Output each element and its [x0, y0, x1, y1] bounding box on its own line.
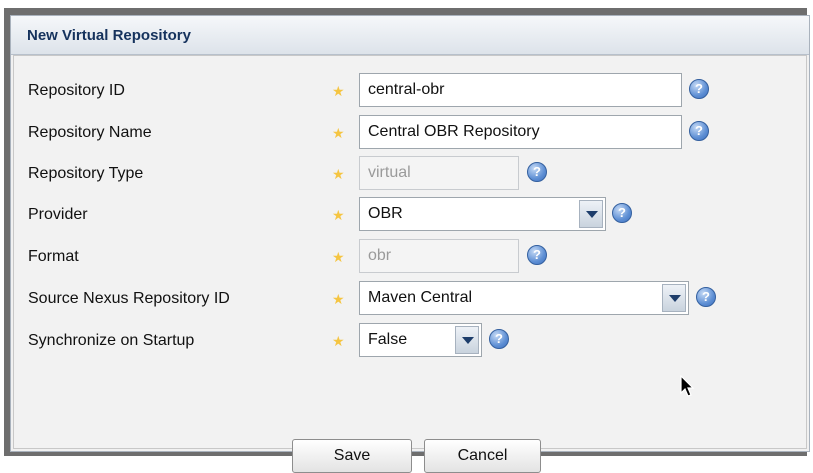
repository-id-label: Repository ID: [28, 82, 125, 99]
required-star-icon: ★: [332, 83, 345, 99]
required-star-icon: ★: [332, 333, 345, 349]
source-nexus-repository-id-label: Source Nexus Repository ID: [28, 290, 230, 307]
repository-type-row: Repository Type ★ virtual ?: [14, 156, 806, 194]
chevron-down-icon[interactable]: [579, 200, 603, 228]
source-nexus-repository-selected-value: Maven Central: [368, 289, 473, 306]
provider-label: Provider: [28, 206, 88, 223]
repository-name-label: Repository Name: [28, 124, 152, 141]
repository-id-input[interactable]: central-obr: [359, 73, 682, 107]
provider-row: Provider ★ OBR ?: [14, 197, 806, 235]
required-star-icon: ★: [332, 207, 345, 223]
source-nexus-repository-id-row: Source Nexus Repository ID ★ Maven Centr…: [14, 281, 806, 319]
cancel-button[interactable]: Cancel: [424, 439, 541, 473]
help-icon[interactable]: ?: [527, 162, 547, 182]
repository-type-label: Repository Type: [28, 165, 144, 182]
synchronize-on-startup-row: Synchronize on Startup ★ False ?: [14, 323, 806, 361]
chevron-down-icon[interactable]: [662, 284, 686, 312]
help-icon[interactable]: ?: [689, 79, 709, 99]
help-icon[interactable]: ?: [696, 287, 716, 307]
format-label: Format: [28, 248, 79, 265]
synchronize-on-startup-selected-value: False: [368, 331, 408, 348]
help-icon[interactable]: ?: [489, 329, 509, 349]
format-row: Format ★ obr ?: [14, 239, 806, 277]
help-icon[interactable]: ?: [527, 245, 547, 265]
format-input: obr: [359, 239, 519, 273]
provider-select[interactable]: OBR: [359, 197, 606, 231]
panel-title: New Virtual Repository: [27, 27, 191, 44]
chevron-down-icon[interactable]: [455, 326, 479, 354]
required-star-icon: ★: [332, 291, 345, 307]
repository-name-row: Repository Name ★ Central OBR Repository…: [14, 115, 806, 153]
repository-name-input[interactable]: Central OBR Repository: [359, 115, 682, 149]
save-button[interactable]: Save: [292, 439, 412, 473]
help-icon[interactable]: ?: [689, 121, 709, 141]
provider-selected-value: OBR: [368, 205, 403, 222]
repository-type-input: virtual: [359, 156, 519, 190]
required-star-icon: ★: [332, 125, 345, 141]
help-icon[interactable]: ?: [612, 203, 632, 223]
repository-id-row: Repository ID ★ central-obr ?: [14, 73, 806, 111]
synchronize-on-startup-label: Synchronize on Startup: [28, 332, 195, 349]
mouse-pointer-icon: [680, 375, 695, 397]
required-star-icon: ★: [332, 249, 345, 265]
required-star-icon: ★: [332, 166, 345, 182]
source-nexus-repository-select[interactable]: Maven Central: [359, 281, 689, 315]
synchronize-on-startup-select[interactable]: False: [359, 323, 482, 357]
panel-header: New Virtual Repository: [11, 16, 809, 55]
